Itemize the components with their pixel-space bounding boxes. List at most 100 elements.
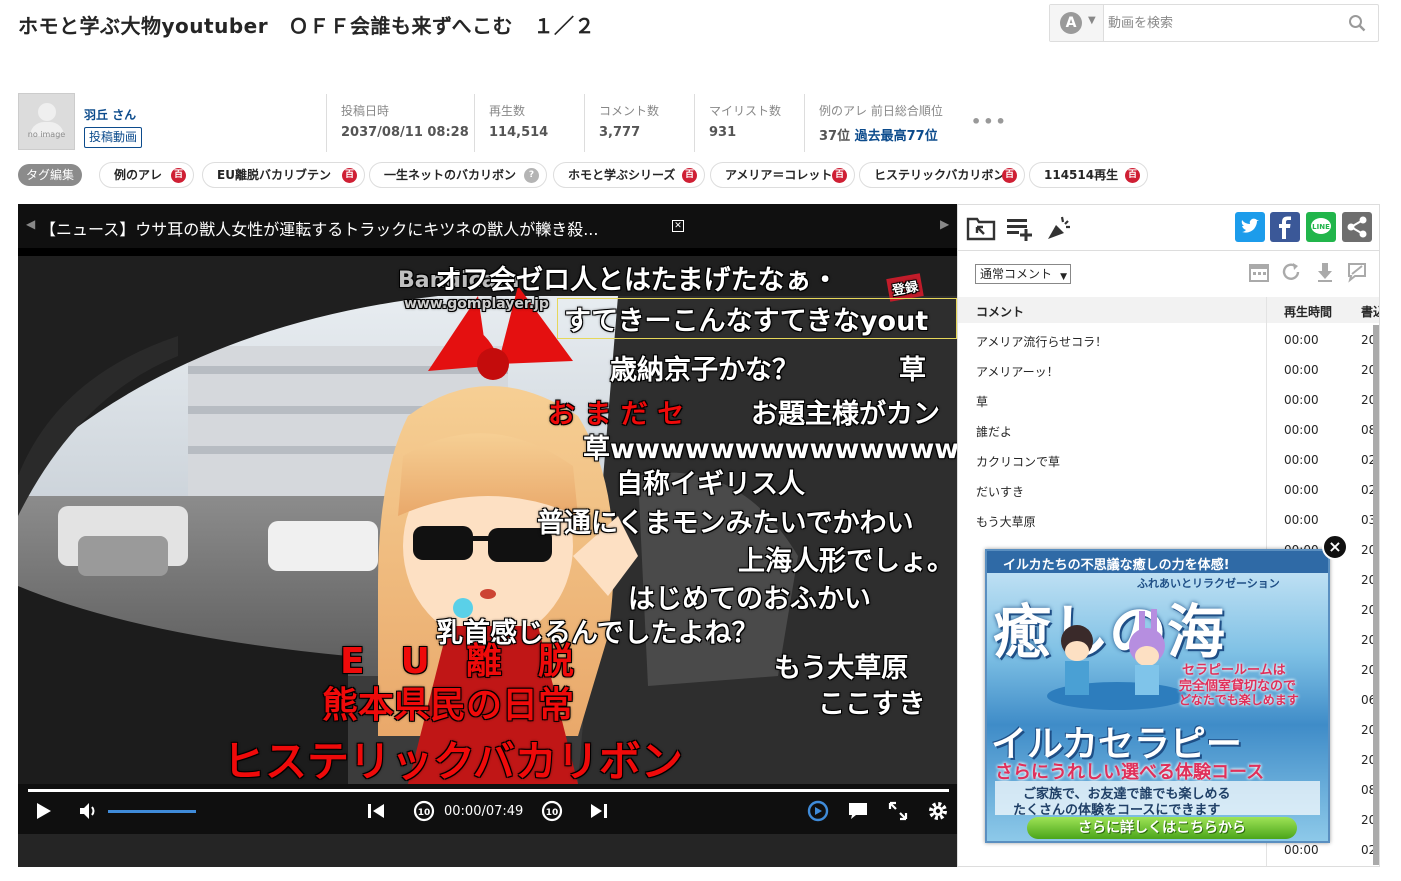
comment-toggle-icon[interactable] xyxy=(845,798,871,824)
danmaku-comment: 草 xyxy=(899,355,926,386)
comment-text: アメリア流行らせコラ！ xyxy=(976,335,1108,349)
facebook-share-icon[interactable] xyxy=(1270,212,1300,242)
comment-row[interactable]: 全部違法のせい00:0002 xyxy=(958,865,1379,866)
skip-forward-icon[interactable] xyxy=(586,798,612,824)
danmaku-comment: お ま だ セ xyxy=(548,399,685,430)
dictionary-icon[interactable]: 百 xyxy=(342,168,357,183)
comment-time: 00:00 xyxy=(1284,393,1319,407)
video-player[interactable]: ◀ 【ニュース】ウサ耳の獣人女性が運転するトラックにキツネの獣人が轢き殺... … xyxy=(18,204,957,867)
volume-slider[interactable] xyxy=(108,810,196,813)
news-ticker[interactable]: ◀ 【ニュース】ウサ耳の獣人女性が運転するトラックにキツネの獣人が轢き殺... … xyxy=(18,204,957,248)
share-icon[interactable] xyxy=(1342,212,1372,242)
close-icon[interactable]: ✕ xyxy=(672,220,684,232)
column-comment[interactable]: コメント xyxy=(976,303,1024,320)
tag-item[interactable]: 114514再生百 xyxy=(1029,162,1148,188)
loop-icon[interactable] xyxy=(805,798,831,824)
stat-value: 931 xyxy=(709,125,737,140)
comment-type-select[interactable]: 通常コメント ▼ xyxy=(975,264,1071,284)
column-time[interactable]: 再生時間 xyxy=(1284,303,1332,320)
dictionary-icon[interactable]: 百 xyxy=(1125,168,1140,183)
danmaku-comment: ここすき xyxy=(818,689,926,720)
dictionary-missing-icon[interactable]: ? xyxy=(524,168,539,183)
forward-10-icon[interactable]: 10 xyxy=(539,798,565,824)
comment-time: 00:00 xyxy=(1284,453,1319,467)
stat-comments: コメント数 3,777 xyxy=(584,94,694,152)
dictionary-icon[interactable]: 百 xyxy=(171,168,186,183)
line-share-icon[interactable]: LINE xyxy=(1306,212,1336,242)
tag-edit-button[interactable]: タグ編集 xyxy=(18,164,82,186)
avatar[interactable]: no image xyxy=(18,93,75,150)
add-mylist-icon[interactable] xyxy=(1004,213,1034,243)
play-icon[interactable] xyxy=(30,798,56,824)
rewind-10-icon[interactable]: 10 xyxy=(411,798,437,824)
tag-item[interactable]: EU離脱バカリブテン百 xyxy=(202,162,365,188)
folder-icon[interactable] xyxy=(966,213,996,243)
video-title: ホモと学ぶ大物youtuber ＯＦＦ会誰も来ずへこむ １／２ xyxy=(18,14,596,38)
comment-row[interactable]: アメリア流行らせコラ！ 00:00 20 xyxy=(958,325,1379,355)
twitter-share-icon[interactable] xyxy=(1235,212,1265,242)
comment-row[interactable]: 誰だよ 00:00 08 xyxy=(958,415,1379,445)
news-headline[interactable]: 【ニュース】ウサ耳の獣人女性が運転するトラックにキツネの獣人が轢き殺... xyxy=(40,216,598,240)
comment-type-value: 通常コメント xyxy=(980,267,1053,281)
comment-row[interactable]: 草 00:00 20 xyxy=(958,385,1379,415)
tag-item[interactable]: ヒステリックバカリボン百 xyxy=(859,162,1025,188)
fullscreen-icon[interactable] xyxy=(885,798,911,824)
tag-label: 114514再生 xyxy=(1044,168,1119,182)
danmaku-comment: 熊本県民の日常 xyxy=(322,685,575,726)
search-box: A ▼ xyxy=(1049,4,1379,42)
ranking-best-link[interactable]: 過去最高77位 xyxy=(855,129,938,144)
danmaku-comment: オフ会ゼロ人とはたまげたなぁ・ xyxy=(435,265,839,296)
tag-item[interactable]: ホモと学ぶシリーズ百 xyxy=(553,162,705,188)
search-icon[interactable] xyxy=(1348,14,1366,32)
comment-time: 00:00 xyxy=(1284,423,1319,437)
search-input[interactable] xyxy=(1108,9,1338,37)
stat-label: 投稿日時 xyxy=(341,104,390,118)
owner-name-link[interactable]: 羽丘 さん xyxy=(84,106,136,123)
tag-item[interactable]: 例のアレ百 xyxy=(99,162,194,188)
chevron-down-icon: ▼ xyxy=(1088,15,1096,26)
tag-item[interactable]: アメリア＝コレット百 xyxy=(710,162,855,188)
search-mode-selector[interactable]: A ▼ xyxy=(1050,5,1104,41)
scroll-down-icon[interactable] xyxy=(1314,261,1336,283)
stat-label: 例のアレ 前日総合順位 xyxy=(819,104,943,118)
comment-row[interactable]: カクリコンで草 00:00 02 xyxy=(958,445,1379,475)
comment-text: 誰だよ xyxy=(976,425,1013,439)
ad-banner[interactable]: イルカたちの不思議な癒しの力を体感! ふれあいとリラクゼーション 癒しの海 セラ… xyxy=(985,549,1330,843)
video-frame[interactable]: Bandicam www.gomplayer.jp 登録 オフ会ゼロ人とはたまげ… xyxy=(18,256,957,784)
comment-table-header: コメント 再生時間 書込 xyxy=(958,297,1379,323)
column-date[interactable]: 書込 xyxy=(1361,303,1379,320)
chevron-right-icon[interactable]: ▶ xyxy=(940,217,949,231)
svg-text:10: 10 xyxy=(546,808,559,818)
refresh-icon[interactable] xyxy=(1280,261,1302,283)
comment-time: 00:00 xyxy=(1284,363,1319,377)
tag-item[interactable]: 一生ネットのバカリボン? xyxy=(369,162,547,188)
comment-row[interactable]: もう大草原 00:00 03 xyxy=(958,505,1379,535)
panel-toolbar: LINE xyxy=(958,205,1379,251)
comment-hide-icon[interactable] xyxy=(1346,261,1368,283)
danmaku-comment: 上海人形でしょ。 xyxy=(738,546,954,577)
seek-bar[interactable] xyxy=(28,789,949,792)
comment-row[interactable]: だいすき 00:00 02 xyxy=(958,475,1379,505)
playback-time: 00:00/07:49 xyxy=(444,804,524,819)
comment-text: だいすき xyxy=(976,485,1025,499)
dictionary-icon[interactable]: 百 xyxy=(832,168,847,183)
comment-row[interactable]: アメリアーッ！ 00:00 20 xyxy=(958,355,1379,385)
calendar-icon[interactable] xyxy=(1248,261,1270,283)
stat-value: 2037/08/11 08:28 xyxy=(341,125,469,140)
tag-label: 例のアレ xyxy=(114,168,163,182)
skip-back-icon[interactable] xyxy=(363,798,389,824)
more-options-icon[interactable]: ••• xyxy=(971,112,1008,131)
owner-videos-button[interactable]: 投稿動画 xyxy=(84,127,143,148)
tag-label: ホモと学ぶシリーズ xyxy=(568,168,676,182)
volume-icon[interactable] xyxy=(76,798,102,824)
ad-cta-button[interactable]: さらに詳しくはこちらから xyxy=(1027,817,1297,839)
chevron-left-icon[interactable]: ◀ xyxy=(26,217,35,231)
ad-close-button[interactable]: × xyxy=(1322,534,1348,560)
comment-list-scrollbar[interactable] xyxy=(1373,325,1379,865)
settings-gear-icon[interactable] xyxy=(925,798,951,824)
danmaku-comment: ヒステリックバカリボン xyxy=(223,737,683,784)
dictionary-icon[interactable]: 百 xyxy=(1002,168,1017,183)
dictionary-icon[interactable]: 百 xyxy=(682,168,697,183)
chevron-down-icon: ▼ xyxy=(1060,272,1067,282)
ad-promote-icon[interactable] xyxy=(1044,213,1074,243)
